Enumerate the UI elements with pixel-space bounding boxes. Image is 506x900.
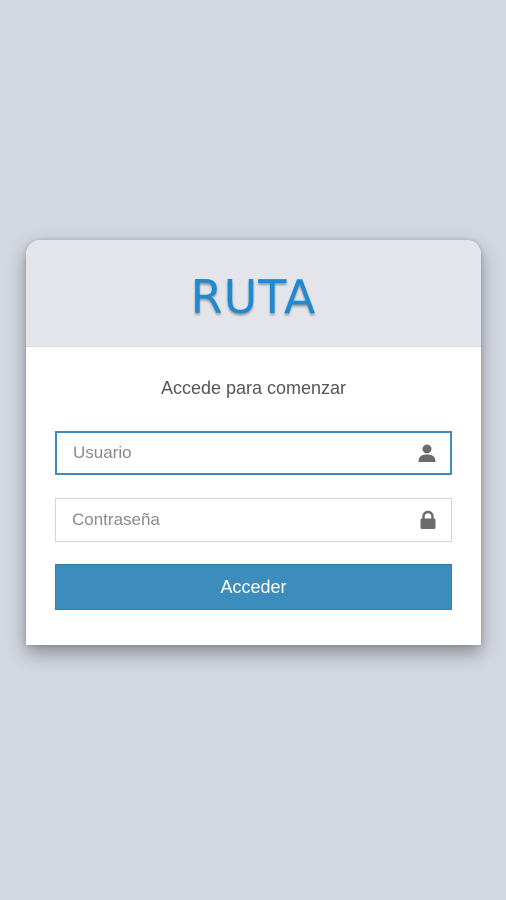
login-form: Accede para comenzar Acceder	[26, 376, 481, 610]
login-subtitle: Accede para comenzar	[160, 378, 347, 398]
login-card: RUTA Accede para comenzar Acceder	[26, 240, 481, 645]
login-button[interactable]: Acceder	[55, 564, 452, 610]
lock-icon	[418, 510, 438, 530]
user-icon	[417, 443, 437, 463]
username-input[interactable]	[57, 433, 450, 473]
password-input[interactable]	[56, 499, 451, 541]
username-field[interactable]	[55, 431, 452, 475]
brand-logo: RUTA	[190, 270, 317, 324]
password-field[interactable]	[55, 498, 452, 542]
card-header: RUTA	[26, 240, 481, 347]
